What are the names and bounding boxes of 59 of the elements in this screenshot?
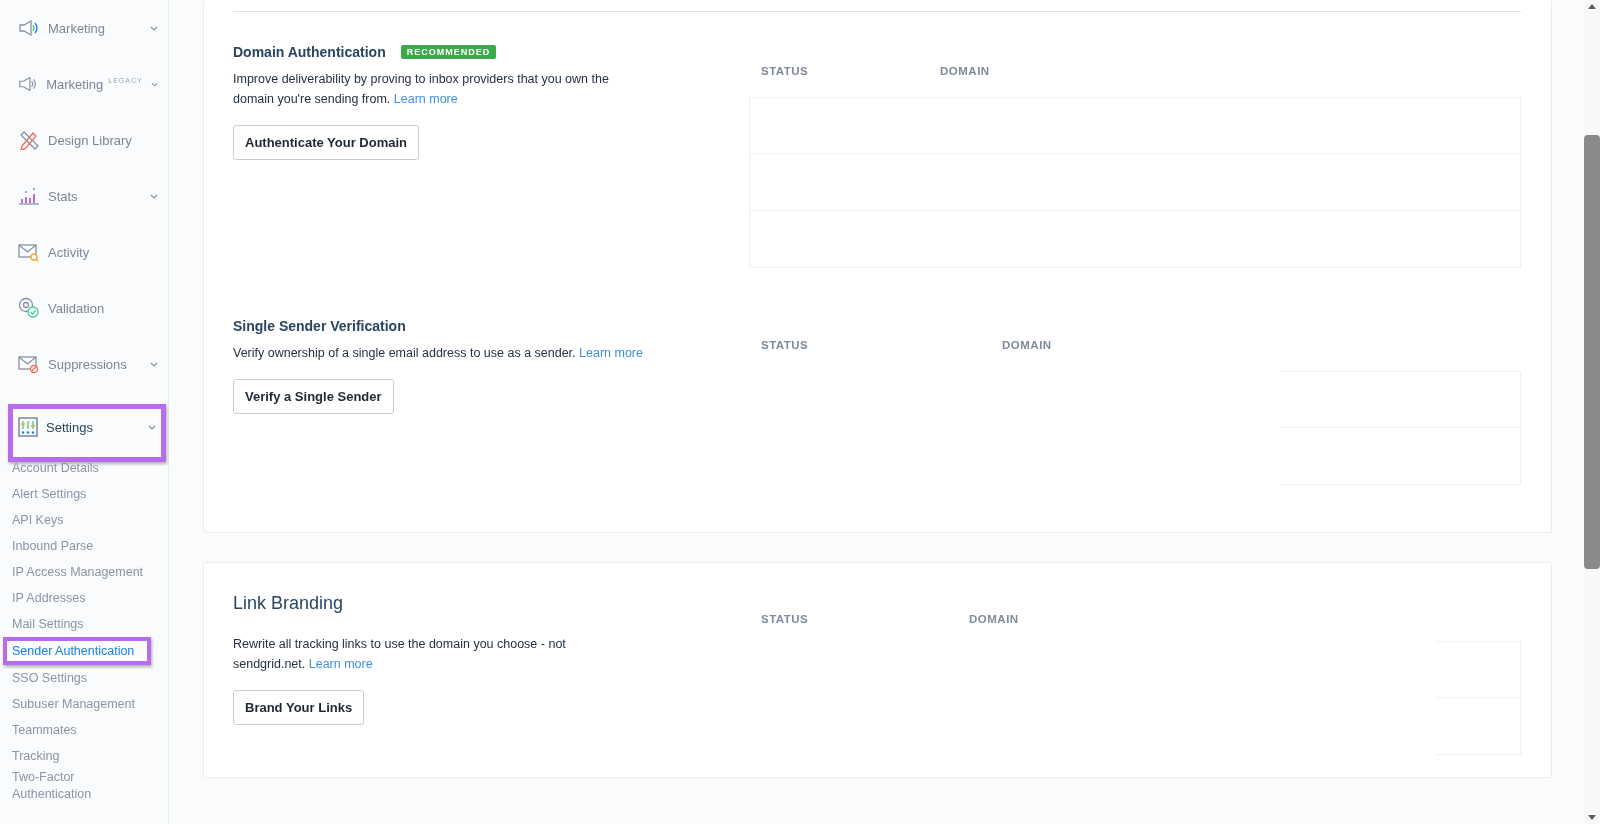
submenu-item[interactable]: Alert Settings: [12, 485, 87, 503]
nav-label: Settings: [46, 419, 93, 435]
learn-more-link[interactable]: Learn more: [308, 657, 373, 671]
nav-label: Marketing: [48, 20, 106, 36]
nav-item[interactable]: Suppressions: [0, 348, 168, 404]
recommended-badge: RECOMMENDED: [400, 45, 497, 59]
section-description: Improve deliverability by proving to inbox providers that you own the domain you're sending from. Learn more: [233, 71, 610, 108]
submenu-item[interactable]: Account Details: [12, 459, 99, 477]
submenu-item[interactable]: SSO Settings: [12, 669, 88, 687]
scrollbar[interactable]: [1584, 0, 1600, 824]
sliders-icon: [18, 417, 38, 437]
column-header: STATUS: [761, 65, 810, 79]
column-header: DOMAIN: [940, 65, 990, 79]
action-button[interactable]: Brand Your Links: [233, 690, 365, 725]
section-title: Link Branding: [233, 593, 344, 614]
submenu-item[interactable]: Two-Factor Authentication: [12, 769, 147, 803]
pencil-ruler-icon: [18, 130, 40, 150]
nav-item[interactable]: Activity: [0, 236, 168, 292]
scroll-up-icon[interactable]: [1587, 2, 1597, 10]
submenu-item[interactable]: Inbound Parse: [12, 537, 94, 555]
learn-more-link[interactable]: Learn more: [579, 346, 643, 360]
nav-label: Stats: [48, 188, 78, 204]
nav-label: Activity: [48, 244, 90, 260]
section-description: Rewrite all tracking links to use the domain you choose - not sendgrid.net. Learn more: [233, 636, 567, 673]
nav-item[interactable]: Settings: [13, 409, 161, 453]
submenu-item[interactable]: Tracking: [12, 747, 60, 765]
submenu-item[interactable]: API Keys: [12, 511, 64, 529]
nav-item[interactable]: Validation: [0, 292, 168, 348]
section-description: Verify ownership of a single email address to use as a sender. Learn more: [233, 345, 644, 362]
nav-label: Design Library: [48, 132, 132, 148]
megaphone-icon: [18, 19, 40, 37]
submenu-item[interactable]: Mail Settings: [12, 615, 84, 633]
learn-more-link[interactable]: Learn more: [393, 92, 458, 106]
section-title: Single Sender Verification: [233, 318, 406, 334]
nav-label: Validation: [48, 300, 105, 316]
submenu-item[interactable]: Subuser Management: [12, 695, 135, 713]
action-button[interactable]: Authenticate Your Domain: [233, 125, 420, 160]
column-header: DOMAIN: [969, 613, 1019, 627]
nav-item[interactable]: Marketing: [0, 12, 168, 68]
submenu-item[interactable]: Teammates: [12, 721, 77, 739]
envelope-blocked-icon: [18, 354, 40, 374]
envelope-search-icon: [18, 242, 40, 262]
scroll-down-icon[interactable]: [1587, 814, 1597, 822]
action-button[interactable]: Verify a Single Sender: [233, 379, 394, 414]
column-header: STATUS: [761, 613, 810, 627]
nav-item[interactable]: Design Library: [0, 124, 168, 180]
section-title: Domain Authentication: [233, 44, 386, 60]
nav-label: Suppressions: [48, 356, 127, 372]
megaphone-icon: [18, 75, 39, 93]
nav-item[interactable]: Stats: [0, 180, 168, 236]
column-header: DOMAIN: [1002, 339, 1052, 353]
nav-label: Marketing: [46, 76, 104, 92]
bar-chart-icon: [18, 186, 40, 206]
submenu-item[interactable]: IP Addresses: [12, 589, 86, 607]
submenu-item[interactable]: IP Access Management: [12, 563, 144, 581]
at-sign-check-icon: [18, 297, 40, 319]
scrollbar-thumb[interactable]: [1584, 135, 1600, 569]
column-header: STATUS: [761, 339, 810, 353]
submenu-item[interactable]: Sender Authentication: [12, 642, 135, 660]
